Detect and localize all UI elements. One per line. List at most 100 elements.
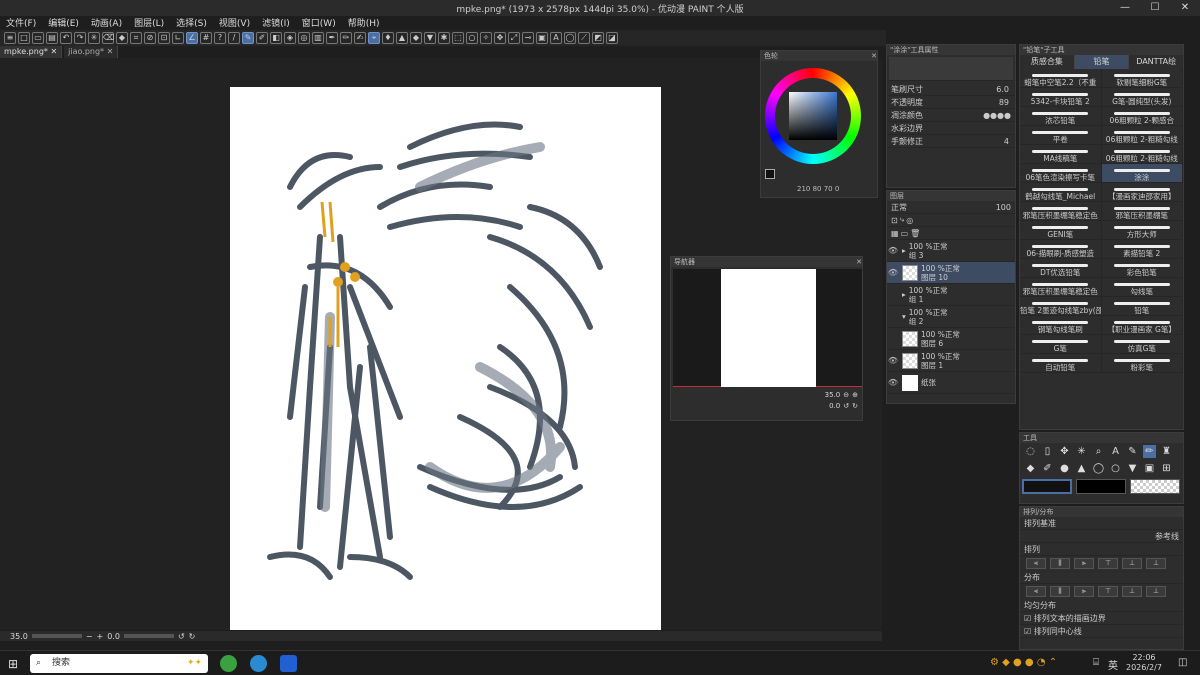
pencil-tool-icon[interactable]: ✎ xyxy=(242,32,254,44)
menu-file[interactable]: 文件(F) xyxy=(6,16,36,29)
brush-item[interactable]: 粉彩笔 xyxy=(1102,354,1183,372)
layer-item-selected[interactable]: 👁 100 %正常 图层 10 xyxy=(887,262,1015,284)
eye-icon[interactable]: 👁 xyxy=(887,378,899,387)
navigator-preview[interactable] xyxy=(673,269,862,387)
brush-item[interactable]: 仿真G笔 xyxy=(1102,335,1183,353)
close-icon[interactable]: ✕ xyxy=(856,257,862,267)
align-bottom-icon[interactable]: ⊥ xyxy=(1146,558,1166,569)
clock[interactable]: 22:06 2026/2/7 xyxy=(1126,653,1162,673)
ime-indicator[interactable]: 英 xyxy=(1108,657,1118,672)
angle-value[interactable]: 0.0 xyxy=(107,632,120,641)
brush-item[interactable]: MA线稿笔 xyxy=(1020,145,1102,163)
dist-bottom-icon[interactable]: ⊥ xyxy=(1146,586,1166,597)
blend-mode-row[interactable]: 正常 100 xyxy=(887,201,1015,214)
layer-item[interactable]: 👁 100 %正常 图层 1 xyxy=(887,350,1015,372)
brush-item[interactable]: 【漫画家迪邵家用】 xyxy=(1102,183,1183,201)
menu-window[interactable]: 窗口(W) xyxy=(302,16,336,29)
frame-icon[interactable]: ▣ xyxy=(536,32,548,44)
taskbar-search[interactable]: ⌕ 搜索 ✦✦ xyxy=(30,654,208,673)
blend-color-row[interactable]: 凋涂颜色 ●●●● xyxy=(887,109,1015,122)
menu-help[interactable]: 帮助(H) xyxy=(348,16,380,29)
brush-item[interactable]: GENI笔 xyxy=(1020,221,1102,239)
edge-icon[interactable] xyxy=(250,655,267,672)
transform-icon[interactable]: ⤢ xyxy=(508,32,520,44)
checkbox-icon[interactable]: ☑ xyxy=(1024,614,1031,623)
ruler-snap-icon[interactable]: ∠ xyxy=(186,32,198,44)
eye-icon[interactable]: 👁 xyxy=(887,268,899,277)
brush-item[interactable]: DT优选铅笔 xyxy=(1020,259,1102,277)
close-icon[interactable]: ✕ xyxy=(871,51,877,61)
drawing-canvas[interactable] xyxy=(230,87,661,630)
tab-jiao[interactable]: jiao.png* ✕ xyxy=(64,46,119,58)
gradient-icon[interactable]: ▼ xyxy=(424,32,436,44)
brush-item[interactable]: 5342-卡块铅笔 2 xyxy=(1020,88,1102,106)
brush-size-row[interactable]: 笔刷尺寸 6.0 xyxy=(887,83,1015,96)
rotate-right-icon[interactable]: ↻ xyxy=(189,632,196,641)
zoom-in-icon[interactable]: ⊕ xyxy=(852,391,858,399)
blend-icon[interactable]: ▲ xyxy=(1075,462,1088,475)
clip-icon[interactable]: ⤷ xyxy=(900,215,904,225)
lasso2-icon[interactable]: ○ xyxy=(1109,462,1122,475)
open-file-icon[interactable]: ▭ xyxy=(32,32,44,44)
layer-item[interactable]: ▾ 100 %正常组 2 xyxy=(887,306,1015,328)
flip-icon[interactable]: ▥ xyxy=(312,32,324,44)
pencil-icon[interactable]: ✏ xyxy=(1143,445,1156,458)
brush-item[interactable]: 蜡笔中空笔2.2（不重 xyxy=(1020,69,1102,87)
brush-item[interactable]: 邪笔压积墨绷笔 xyxy=(1102,202,1183,220)
redo-icon[interactable]: ↷ xyxy=(74,32,86,44)
brush-item[interactable]: 方形大师 xyxy=(1102,221,1183,239)
align-right-icon[interactable]: ⫸ xyxy=(1074,558,1094,569)
eraser-icon[interactable]: ◆ xyxy=(1024,462,1037,475)
brush-item[interactable]: 铅笔 xyxy=(1102,297,1183,315)
menu-animation[interactable]: 动画(A) xyxy=(91,16,122,29)
close-button[interactable]: ✕ xyxy=(1170,0,1200,16)
minimize-button[interactable]: — xyxy=(1110,0,1140,16)
brush-icon[interactable]: ✐ xyxy=(1041,462,1054,475)
menu-select[interactable]: 选择(S) xyxy=(176,16,207,29)
correction-icon[interactable]: ◩ xyxy=(592,32,604,44)
main-color[interactable] xyxy=(1022,479,1072,494)
lasso-icon[interactable]: ◌ xyxy=(1024,445,1037,458)
windows-start-icon[interactable]: ⊞ xyxy=(8,657,18,671)
dist-middle-icon[interactable]: ⊥ xyxy=(1122,586,1142,597)
3d-icon[interactable]: ◈ xyxy=(284,32,296,44)
row-value[interactable]: 4 xyxy=(1004,137,1009,146)
selection-icon[interactable]: ⬚ xyxy=(452,32,464,44)
app-icon[interactable] xyxy=(280,655,297,672)
new-file-icon[interactable]: □ xyxy=(18,32,30,44)
wechat-icon[interactable] xyxy=(220,655,237,672)
clear-icon[interactable]: ⌫ xyxy=(102,32,114,44)
transparent-color[interactable] xyxy=(1130,479,1180,494)
eyedropper-icon[interactable]: ⌖ xyxy=(368,32,380,44)
stabilization-row[interactable]: 手颤修正 4 xyxy=(887,135,1015,148)
ref-icon[interactable]: ◎ xyxy=(906,216,913,225)
balloon-icon[interactable]: ◯ xyxy=(564,32,576,44)
eye-icon[interactable]: 👁 xyxy=(887,246,899,255)
grid-icon[interactable]: ⊞ xyxy=(1160,462,1173,475)
row-value[interactable]: 89 xyxy=(999,98,1009,107)
rotate-left-icon[interactable]: ↺ xyxy=(178,632,185,641)
material-icon[interactable]: ◪ xyxy=(606,32,618,44)
zoom-out-icon[interactable]: − xyxy=(86,632,93,641)
blend-icon[interactable]: ♦ xyxy=(382,32,394,44)
move-icon[interactable]: ✥ xyxy=(494,32,506,44)
layer-icon[interactable]: ◧ xyxy=(270,32,282,44)
airbrush-icon[interactable]: ✒ xyxy=(326,32,338,44)
zoom-out-icon[interactable]: ⊖ xyxy=(843,391,849,399)
brush-item[interactable]: 06粗颗粒 2-颗感合 xyxy=(1102,107,1183,125)
drop-icon[interactable]: ● xyxy=(1058,462,1071,475)
fill-icon[interactable]: ◆ xyxy=(116,32,128,44)
layer-item[interactable]: ▸ 100 %正常组 1 xyxy=(887,284,1015,306)
bucket-icon[interactable]: ♜ xyxy=(1160,445,1173,458)
delete-layer-icon[interactable]: 🗑 xyxy=(910,229,920,238)
lock-icon[interactable]: ⊡ xyxy=(891,216,898,225)
align-center-icon[interactable]: ⫼ xyxy=(1050,558,1070,569)
blend-mode-icons[interactable]: ●●●● xyxy=(983,111,1011,120)
check1-row[interactable]: ☑ 排列文本的描画边界 xyxy=(1020,612,1183,625)
undo-icon[interactable]: ↶ xyxy=(60,32,72,44)
balloon-icon[interactable]: ◯ xyxy=(1092,462,1105,475)
dist-center-icon[interactable]: ⫼ xyxy=(1050,586,1070,597)
help-icon[interactable]: ? xyxy=(214,32,226,44)
brush-item[interactable]: 彩色铅笔 xyxy=(1102,259,1183,277)
sub-color[interactable] xyxy=(1076,479,1126,494)
